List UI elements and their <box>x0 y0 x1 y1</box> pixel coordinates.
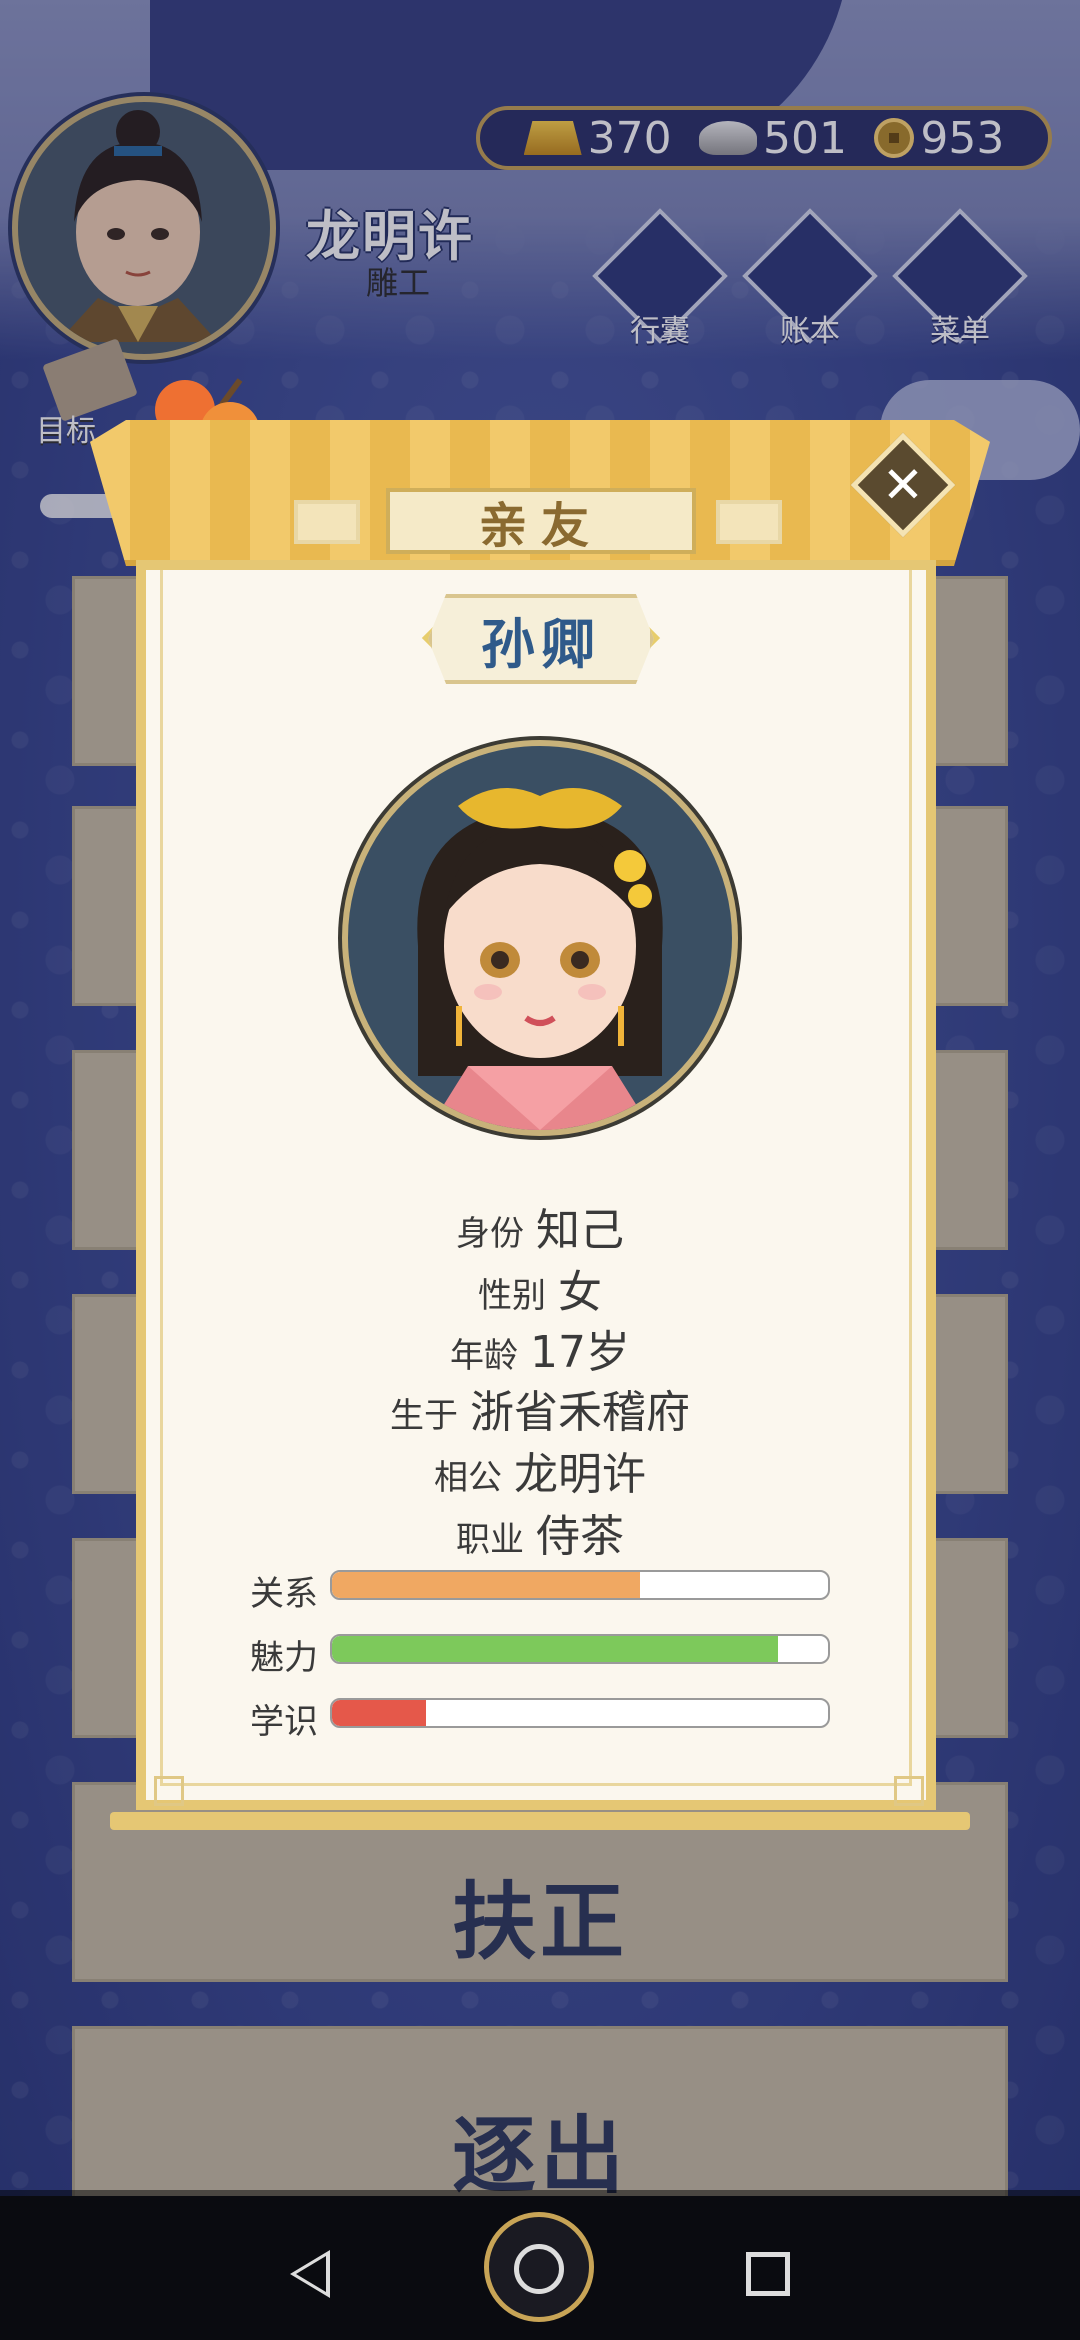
stat-label: 魅力 <box>250 1638 318 1678</box>
stat-label: 学识 <box>250 1702 318 1742</box>
info-value: 女 <box>558 1267 602 1318</box>
info-value: 知己 <box>536 1205 624 1256</box>
info-row-gender: 性别女 <box>0 1256 1080 1320</box>
close-icon[interactable]: ✕ <box>866 448 940 522</box>
info-value: 浙省禾稽府 <box>470 1387 690 1438</box>
stat-fill <box>332 1700 427 1726</box>
stat-charm: 魅力 <box>250 1630 830 1678</box>
person-name: 孙卿 <box>428 594 654 684</box>
stat-knowledge: 学识 <box>250 1694 830 1742</box>
info-key: 职业 <box>456 1520 524 1560</box>
info-value: 侍茶 <box>536 1511 624 1562</box>
info-value: 龙明许 <box>514 1449 646 1500</box>
info-row-occupation: 职业 侍茶 <box>0 1500 1080 1564</box>
info-row-age: 年龄 17岁 <box>0 1316 1080 1380</box>
stat-track <box>330 1698 830 1728</box>
recent-apps-icon[interactable] <box>746 2252 790 2296</box>
stat-fill <box>332 1572 640 1598</box>
stat-relationship: 关系 <box>250 1566 830 1614</box>
info-key: 相公 <box>434 1458 502 1498</box>
corner-decoration <box>894 1776 924 1806</box>
modal-title: 亲友 <box>386 488 696 554</box>
header-decoration <box>294 500 360 544</box>
info-key: 性别 <box>478 1276 546 1316</box>
home-icon <box>514 2244 564 2294</box>
stat-track <box>330 1570 830 1600</box>
info-value: 17岁 <box>530 1327 630 1378</box>
stat-track <box>330 1634 830 1664</box>
corner-decoration <box>154 1776 184 1806</box>
info-row-birthplace: 生于 浙省禾稽府 <box>0 1376 1080 1440</box>
modal-base <box>110 1812 970 1830</box>
back-icon-inner <box>296 2256 326 2292</box>
info-key: 年龄 <box>450 1336 518 1376</box>
header-decoration <box>716 500 782 544</box>
info-key: 生于 <box>390 1396 458 1436</box>
person-portrait <box>342 740 738 1136</box>
info-row-identity: 身份 知己 <box>0 1194 1080 1258</box>
stat-label: 关系 <box>250 1574 318 1614</box>
info-key: 身份 <box>456 1214 524 1254</box>
info-row-husband: 相公 龙明许 <box>0 1438 1080 1502</box>
stat-fill <box>332 1636 779 1662</box>
